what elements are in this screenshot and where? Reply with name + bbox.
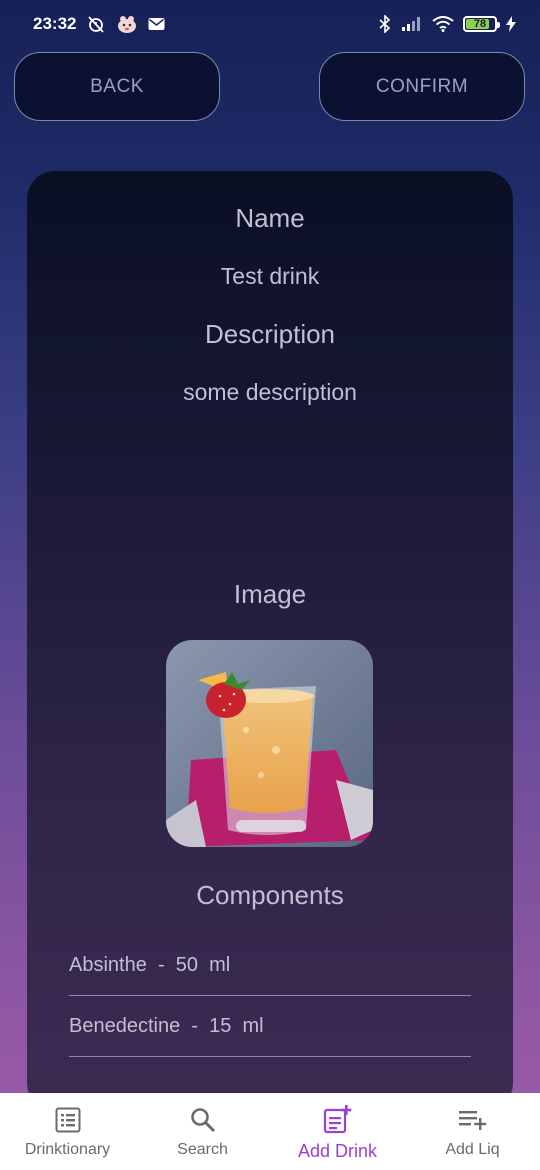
battery-level: 78: [473, 18, 487, 30]
nav-label: Drinktionary: [24, 1141, 111, 1158]
nav-label: Add Liq: [445, 1141, 500, 1158]
nav-label: Add Drink: [297, 1141, 378, 1161]
list-icon: [55, 1105, 81, 1135]
nav-item-add-liq[interactable]: Add Liq: [405, 1093, 540, 1170]
component-name: Benedectine: [69, 1014, 181, 1037]
drink-form-card: Name Test drink Description some descrip…: [27, 171, 513, 1111]
components-label: Components: [196, 880, 344, 910]
app-notification-icon: [116, 14, 138, 34]
wifi-icon: [432, 16, 454, 32]
nav-item-drinktionary[interactable]: Drinktionary: [0, 1093, 135, 1170]
component-name: Absinthe: [69, 953, 147, 976]
bottom-navigation: Drinktionary Search Add Drink Add Liq: [0, 1093, 540, 1170]
battery-icon: 78: [463, 16, 500, 32]
component-row[interactable]: Absinthe - 50 ml: [69, 935, 471, 996]
alarm-off-icon: [86, 14, 106, 34]
bluetooth-icon: [378, 15, 392, 33]
status-time: 23:32: [33, 14, 77, 33]
component-unit: ml: [242, 1014, 264, 1037]
status-right: 78: [378, 15, 516, 33]
component-amount: 15: [209, 1014, 232, 1037]
component-row[interactable]: Benedectine - 15 ml: [69, 996, 471, 1057]
image-label: Image: [233, 579, 307, 609]
status-left: 23:32: [33, 14, 165, 34]
cellular-signal-icon: [401, 16, 423, 32]
back-button[interactable]: BACK: [14, 52, 220, 121]
name-value[interactable]: Test drink: [27, 263, 513, 290]
search-icon: [190, 1105, 216, 1135]
nav-item-add-drink[interactable]: Add Drink: [270, 1093, 405, 1170]
confirm-button[interactable]: CONFIRM: [319, 52, 525, 121]
description-label: Description: [204, 319, 336, 349]
nav-item-search[interactable]: Search: [135, 1093, 270, 1170]
charging-icon: [506, 16, 516, 32]
component-separator: -: [191, 1014, 198, 1037]
component-amount: 50: [175, 953, 199, 976]
playlist-add-icon: [458, 1105, 488, 1135]
nav-label: Search: [177, 1141, 228, 1158]
name-label: Name: [235, 203, 305, 233]
mail-icon: [148, 17, 165, 31]
drink-image[interactable]: [166, 640, 373, 847]
add-note-icon: [323, 1105, 353, 1135]
component-unit: ml: [209, 953, 231, 976]
component-separator: -: [157, 953, 165, 976]
status-bar: 23:32 78: [0, 0, 540, 48]
cocktail-photo: [166, 640, 373, 847]
description-value[interactable]: some description: [27, 379, 513, 406]
